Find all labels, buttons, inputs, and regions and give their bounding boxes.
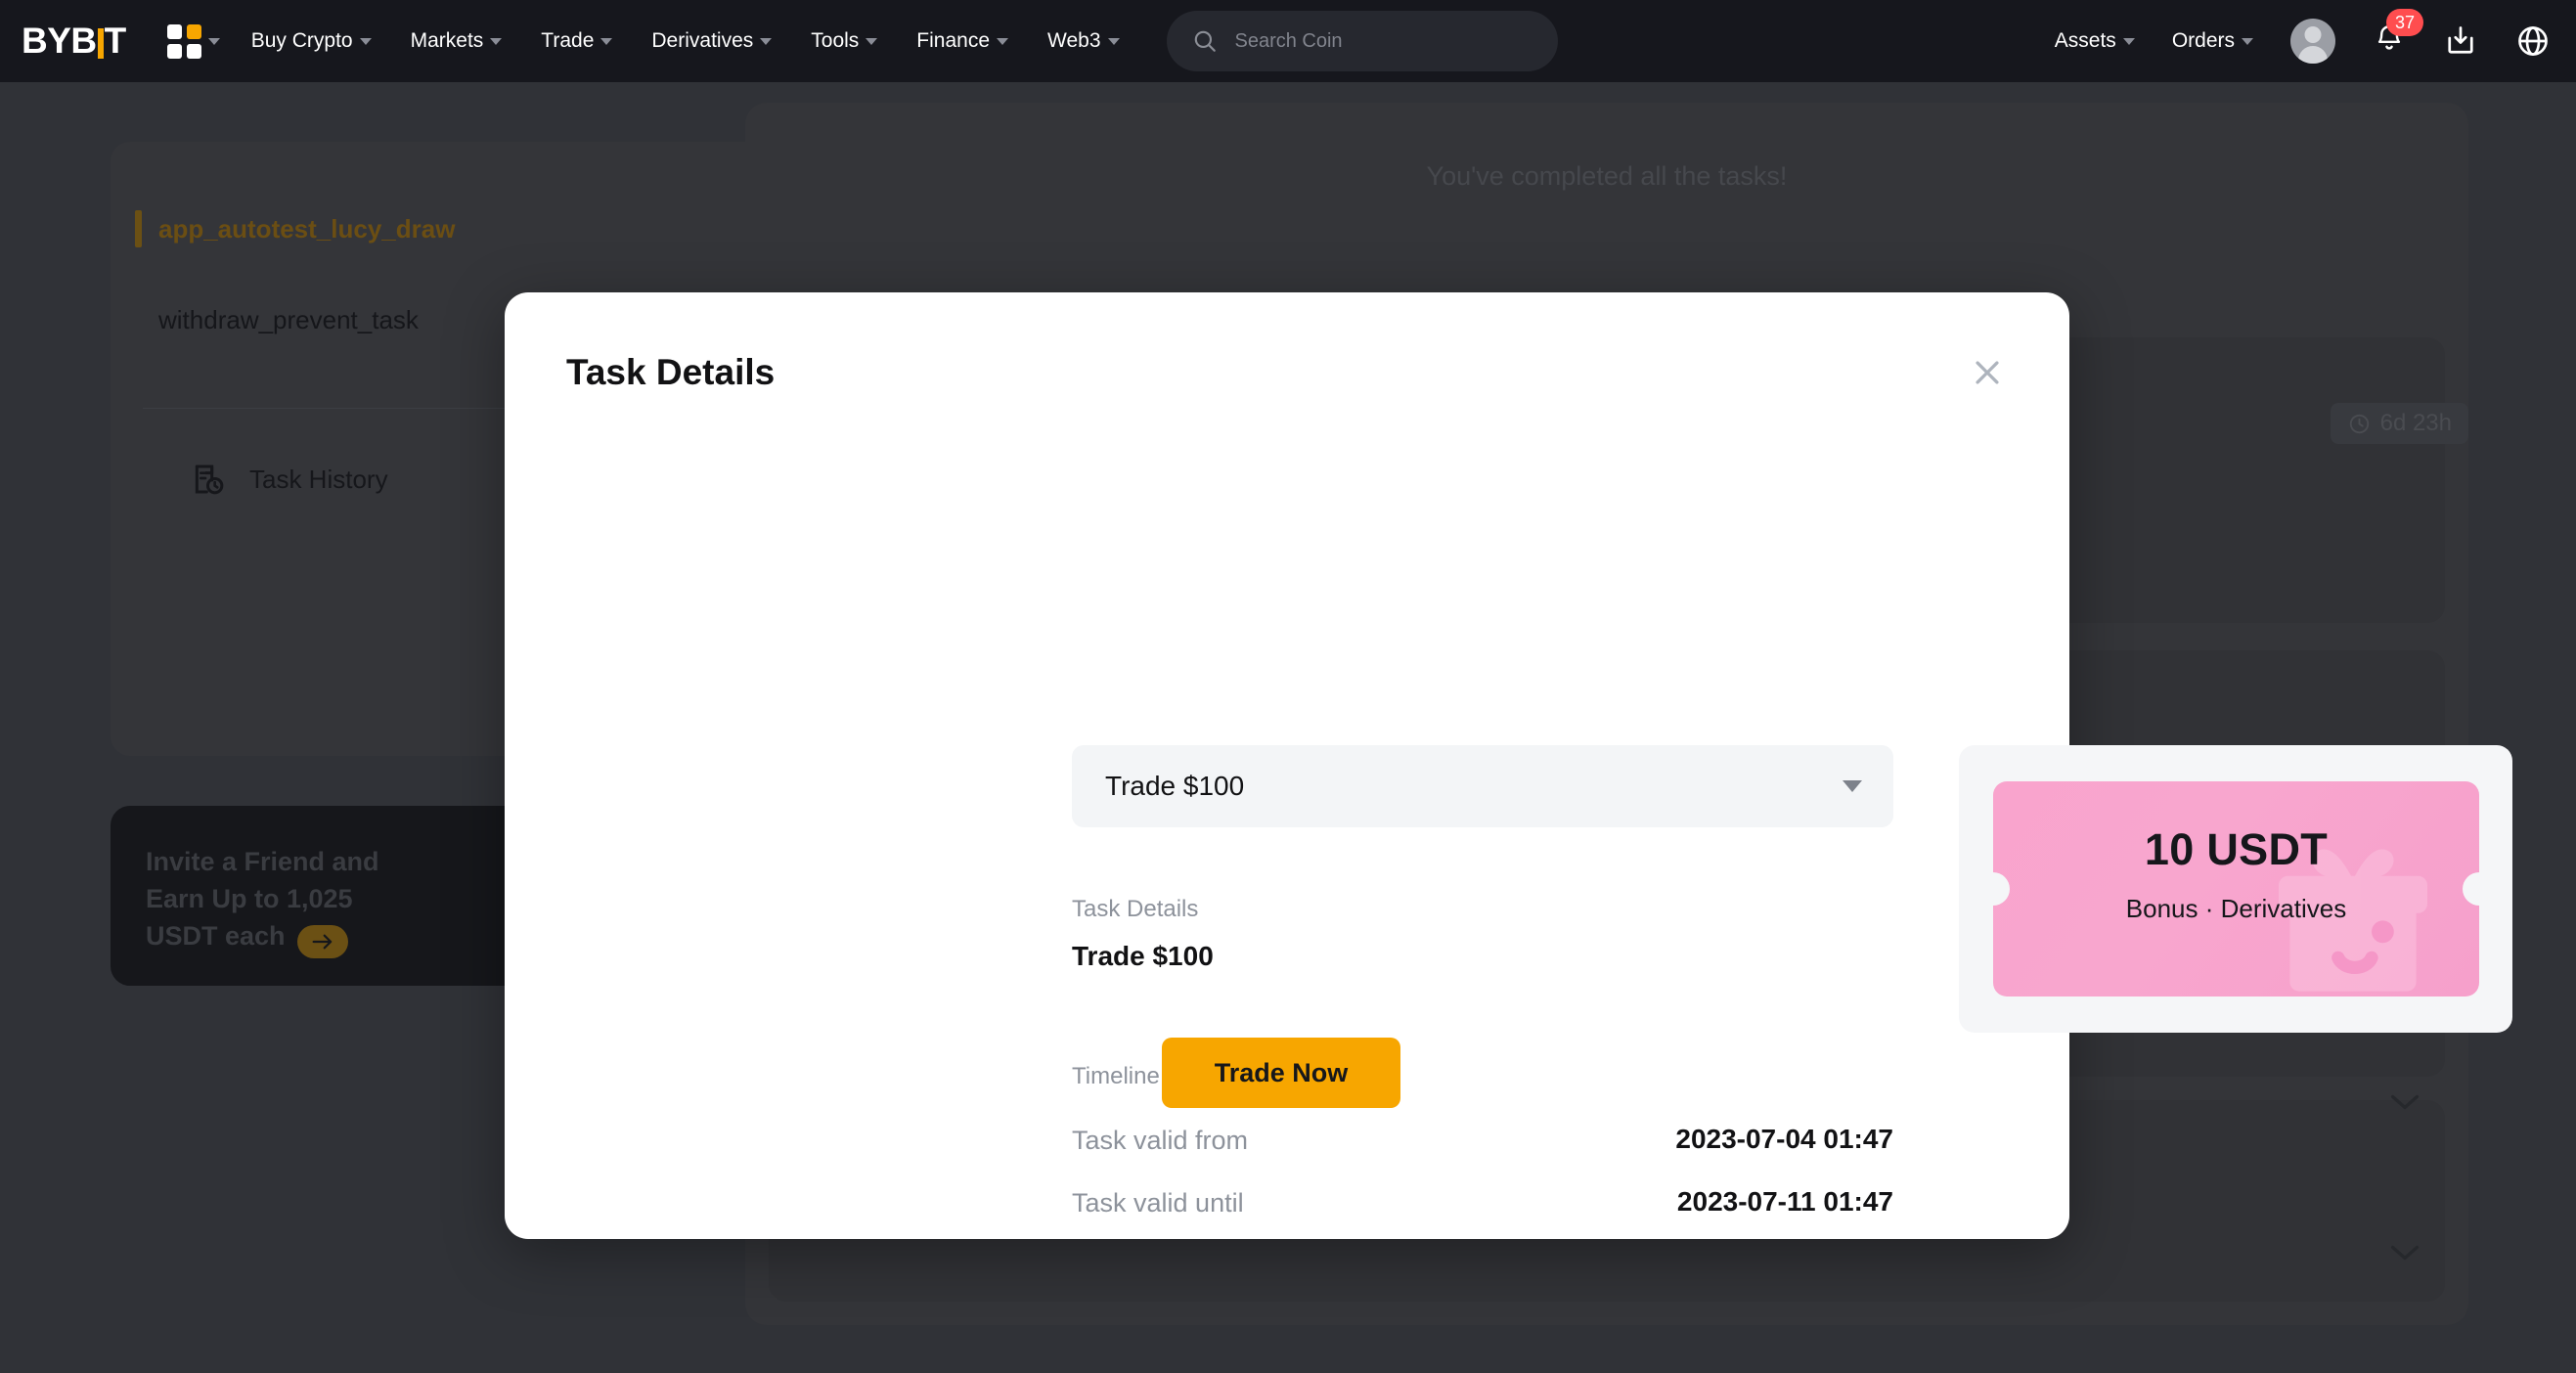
nav-item-markets[interactable]: Markets xyxy=(411,29,503,53)
task-valid-until-value: 2023-07-11 01:47 xyxy=(1676,1186,1893,1217)
title-accent-bar xyxy=(135,210,142,247)
language-button[interactable] xyxy=(2515,23,2551,59)
nav-item-derivatives[interactable]: Derivatives xyxy=(651,29,773,53)
clock-icon xyxy=(2349,414,2369,433)
chevron-down-icon xyxy=(2390,1245,2420,1261)
grid-square-2 xyxy=(186,23,201,39)
invite-line-1: Invite a Friend and xyxy=(146,847,379,876)
nav-item-assets[interactable]: Assets xyxy=(2055,29,2135,53)
logo-accent-bar xyxy=(97,27,104,59)
task-valid-from-value: 2023-07-04 01:47 xyxy=(1675,1124,1893,1154)
chevron-down-icon xyxy=(2390,1094,2420,1110)
close-modal-button[interactable] xyxy=(1966,351,2009,394)
nav-label: Markets xyxy=(410,29,484,52)
task-valid-until-label: Task valid until xyxy=(1072,1188,1244,1218)
nav-item-tools[interactable]: Tools xyxy=(811,29,878,53)
arrow-right-icon xyxy=(312,934,332,950)
notification-count-badge: 37 xyxy=(2386,8,2424,36)
chevron-down-icon xyxy=(997,37,1009,45)
logo-text-part2: T xyxy=(104,21,127,61)
caret-down-icon xyxy=(1843,780,1862,792)
search-input[interactable]: Search Coin xyxy=(1166,11,1558,71)
nav-label: Derivatives xyxy=(651,29,754,52)
download-app-button[interactable] xyxy=(2443,23,2478,59)
task-row-expander-2[interactable] xyxy=(2388,1242,2421,1268)
invite-line-2: Earn Up to 1,025 xyxy=(146,884,353,913)
nav-item-web3[interactable]: Web3 xyxy=(1047,29,1120,53)
grid-square-3 xyxy=(166,43,182,59)
reward-amount: 10 USDT xyxy=(2144,824,2329,874)
chevron-down-icon xyxy=(490,37,503,45)
task-name-label: withdraw_prevent_task xyxy=(158,305,419,334)
chevron-down-icon xyxy=(1107,37,1120,45)
grid-square-1 xyxy=(166,23,182,39)
trade-now-button[interactable]: Trade Now xyxy=(1162,1038,1400,1108)
chevron-down-icon xyxy=(207,37,220,45)
task-details-value: Trade $100 xyxy=(1072,941,1214,971)
globe-icon xyxy=(2518,26,2548,56)
nav-right-group: Assets Orders 37 xyxy=(2055,0,2551,82)
search-placeholder: Search Coin xyxy=(1234,29,1343,52)
chevron-down-icon xyxy=(600,37,613,45)
task-title-row: app_autotest_lucy_draw xyxy=(135,210,455,247)
task-row-expander-1[interactable] xyxy=(2388,1091,2421,1118)
top-navbar: BYB T Buy Crypto Markets Trade Derivative xyxy=(0,0,2576,82)
history-doc-clock-icon xyxy=(195,465,224,495)
download-icon xyxy=(2448,26,2473,54)
task-select-dropdown[interactable]: Trade $100 xyxy=(1072,745,1893,827)
task-history-link[interactable]: Task History xyxy=(189,460,388,499)
nav-label: Orders xyxy=(2171,29,2235,52)
avatar[interactable] xyxy=(2290,19,2335,64)
nav-label: Assets xyxy=(2054,29,2116,52)
primary-nav: Buy Crypto Markets Trade Derivatives Too… xyxy=(251,29,1159,53)
invite-line-3: USDT each xyxy=(146,921,286,951)
notifications-button[interactable]: 37 xyxy=(2373,8,2424,61)
task-details-modal: Task Details Trade $100 Task Details Tra… xyxy=(505,292,2512,1239)
task-valid-from-label: Task valid from xyxy=(1072,1126,1249,1155)
countdown-label: 6d 23h xyxy=(2379,410,2452,436)
nav-item-buy-crypto[interactable]: Buy Crypto xyxy=(251,29,372,53)
chevron-down-icon xyxy=(2242,37,2253,45)
task-countdown-badge: 6d 23h xyxy=(2330,403,2468,444)
logo-text-part1: BYB xyxy=(22,21,97,61)
nav-item-finance[interactable]: Finance xyxy=(916,29,1009,53)
search-icon xyxy=(1194,30,1216,52)
invite-banner-text: Invite a Friend and Earn Up to 1,025 USD… xyxy=(146,843,468,958)
nav-label: Tools xyxy=(811,29,860,52)
reward-ticket: 10 USDT Bonus · Derivatives xyxy=(1993,781,2479,997)
task-details-section-label: Task Details xyxy=(1072,896,1199,922)
modal-title: Task Details xyxy=(566,352,776,392)
grid-apps-glyph xyxy=(166,23,201,59)
nav-label: Trade xyxy=(541,29,595,52)
close-icon xyxy=(1976,361,1999,384)
task-select-value: Trade $100 xyxy=(1105,771,1245,801)
reward-ticket-container: 10 USDT Bonus · Derivatives xyxy=(1959,745,2512,1033)
chevron-down-icon xyxy=(2122,37,2135,45)
nav-item-trade[interactable]: Trade xyxy=(541,29,613,53)
nav-item-orders[interactable]: Orders xyxy=(2172,29,2253,53)
chevron-down-icon xyxy=(760,37,773,45)
nav-label: Buy Crypto xyxy=(250,29,353,52)
task-history-label: Task History xyxy=(249,464,388,494)
nav-label: Web3 xyxy=(1047,29,1101,52)
invite-arrow-button[interactable] xyxy=(296,925,348,958)
reward-meta: Bonus · Derivatives xyxy=(2125,894,2347,923)
grid-apps-icon[interactable] xyxy=(166,23,220,59)
bybit-logo[interactable]: BYB T xyxy=(22,21,126,62)
nav-label: Finance xyxy=(916,29,991,52)
grid-square-4 xyxy=(186,43,201,59)
task-campaign-title: app_autotest_lucy_draw xyxy=(158,213,456,244)
chevron-down-icon xyxy=(359,37,372,45)
all-tasks-completed-message: You've completed all the tasks! xyxy=(1426,161,1788,191)
chevron-down-icon xyxy=(866,37,878,45)
